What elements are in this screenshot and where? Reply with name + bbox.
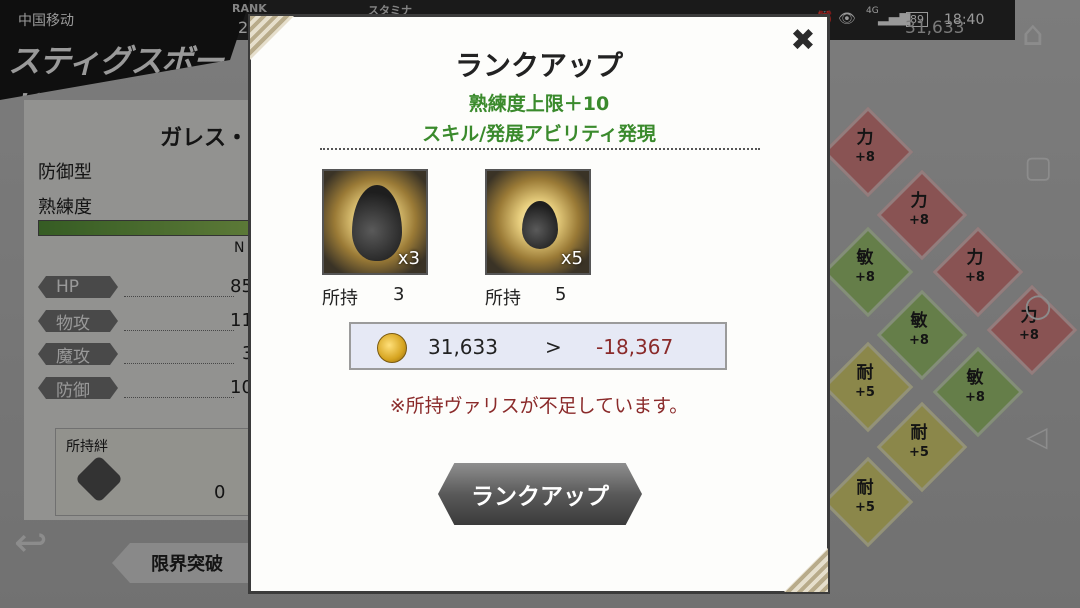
owned-count: 5	[555, 284, 567, 305]
rank-up-button[interactable]: ランクアップ	[438, 463, 642, 525]
dialog-title: ランクアップ	[454, 49, 623, 82]
coin-icon	[377, 333, 407, 363]
item-quantity: x3	[397, 248, 420, 269]
skill-unlock-text: スキル/発展アビリティ発現	[422, 123, 656, 145]
item-quantity: x5	[560, 248, 583, 269]
current-valis: 31,633	[428, 335, 498, 359]
owned-count: 3	[393, 284, 405, 305]
cost-arrow: >	[545, 335, 562, 359]
valis-deficit: -18,367	[596, 335, 674, 359]
proficiency-cap-text: 熟練度上限＋10	[468, 93, 610, 115]
owned-label: 所持	[322, 288, 358, 309]
rank-up-button-label: ランクアップ	[471, 484, 609, 510]
material-item-1: x3	[322, 169, 428, 275]
material-item-2: x5	[485, 169, 591, 275]
dialog-divider	[320, 148, 760, 150]
insufficient-funds-warning: ※所持ヴァリスが不足しています。	[389, 395, 689, 417]
owned-label: 所持	[485, 288, 521, 309]
